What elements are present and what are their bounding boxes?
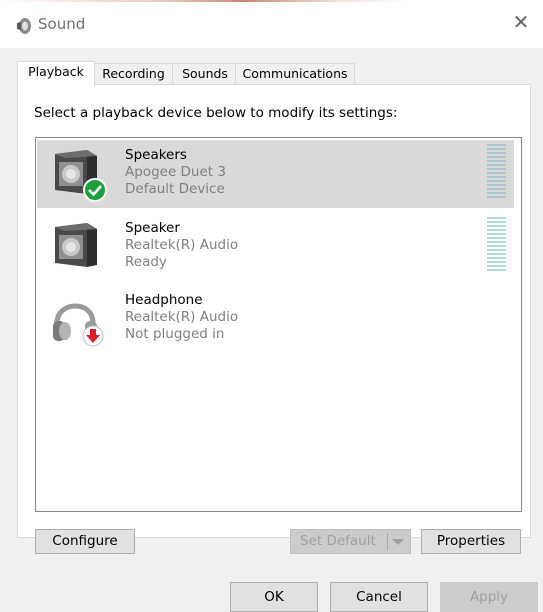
split-separator (387, 533, 388, 550)
device-status: Not plugged in (125, 326, 225, 342)
tab-communications[interactable]: Communications (235, 63, 355, 85)
unplugged-arrow-icon (82, 325, 104, 347)
properties-button[interactable]: Properties (421, 529, 521, 554)
tab-sounds[interactable]: Sounds (172, 63, 238, 85)
device-name: Headphone (125, 292, 203, 308)
volume-meter (487, 217, 506, 275)
speaker-icon (55, 223, 97, 267)
apply-button: Apply (440, 582, 538, 612)
speaker-icon (55, 150, 107, 202)
device-item-speaker[interactable]: Speaker Realtek(R) Audio Ready (37, 213, 514, 281)
set-default-split-button: Set Default (290, 529, 411, 554)
ok-button[interactable]: OK (230, 582, 318, 612)
chevron-down-icon (392, 539, 404, 545)
close-icon[interactable]: ✕ (509, 10, 533, 34)
device-name: Speakers (125, 147, 187, 163)
headphone-icon (53, 303, 104, 347)
device-list[interactable]: Speakers Apogee Duet 3 Default Device Sp… (35, 137, 522, 512)
cancel-button[interactable]: Cancel (330, 582, 428, 612)
device-status: Ready (125, 254, 167, 270)
device-item-speakers[interactable]: Speakers Apogee Duet 3 Default Device (37, 140, 514, 208)
device-status: Default Device (125, 181, 225, 197)
playback-panel: Select a playback device below to modify… (17, 84, 531, 554)
volume-meter (487, 144, 506, 202)
sound-app-icon (17, 18, 31, 34)
device-item-headphone[interactable]: Headphone Realtek(R) Audio Not plugged i… (37, 285, 514, 353)
device-name: Speaker (125, 220, 180, 236)
title-bar[interactable]: Sound ✕ (0, 2, 543, 48)
device-driver: Realtek(R) Audio (125, 309, 239, 325)
device-driver: Realtek(R) Audio (125, 237, 239, 253)
window-title: Sound (38, 15, 86, 33)
set-default-label: Set Default (300, 533, 376, 549)
tab-playback[interactable]: Playback (17, 61, 95, 86)
instruction-text: Select a playback device below to modify… (34, 105, 398, 121)
device-driver: Apogee Duet 3 (125, 164, 226, 180)
tab-recording[interactable]: Recording (92, 63, 175, 85)
default-check-icon (83, 178, 107, 202)
configure-button[interactable]: Configure (35, 529, 135, 554)
